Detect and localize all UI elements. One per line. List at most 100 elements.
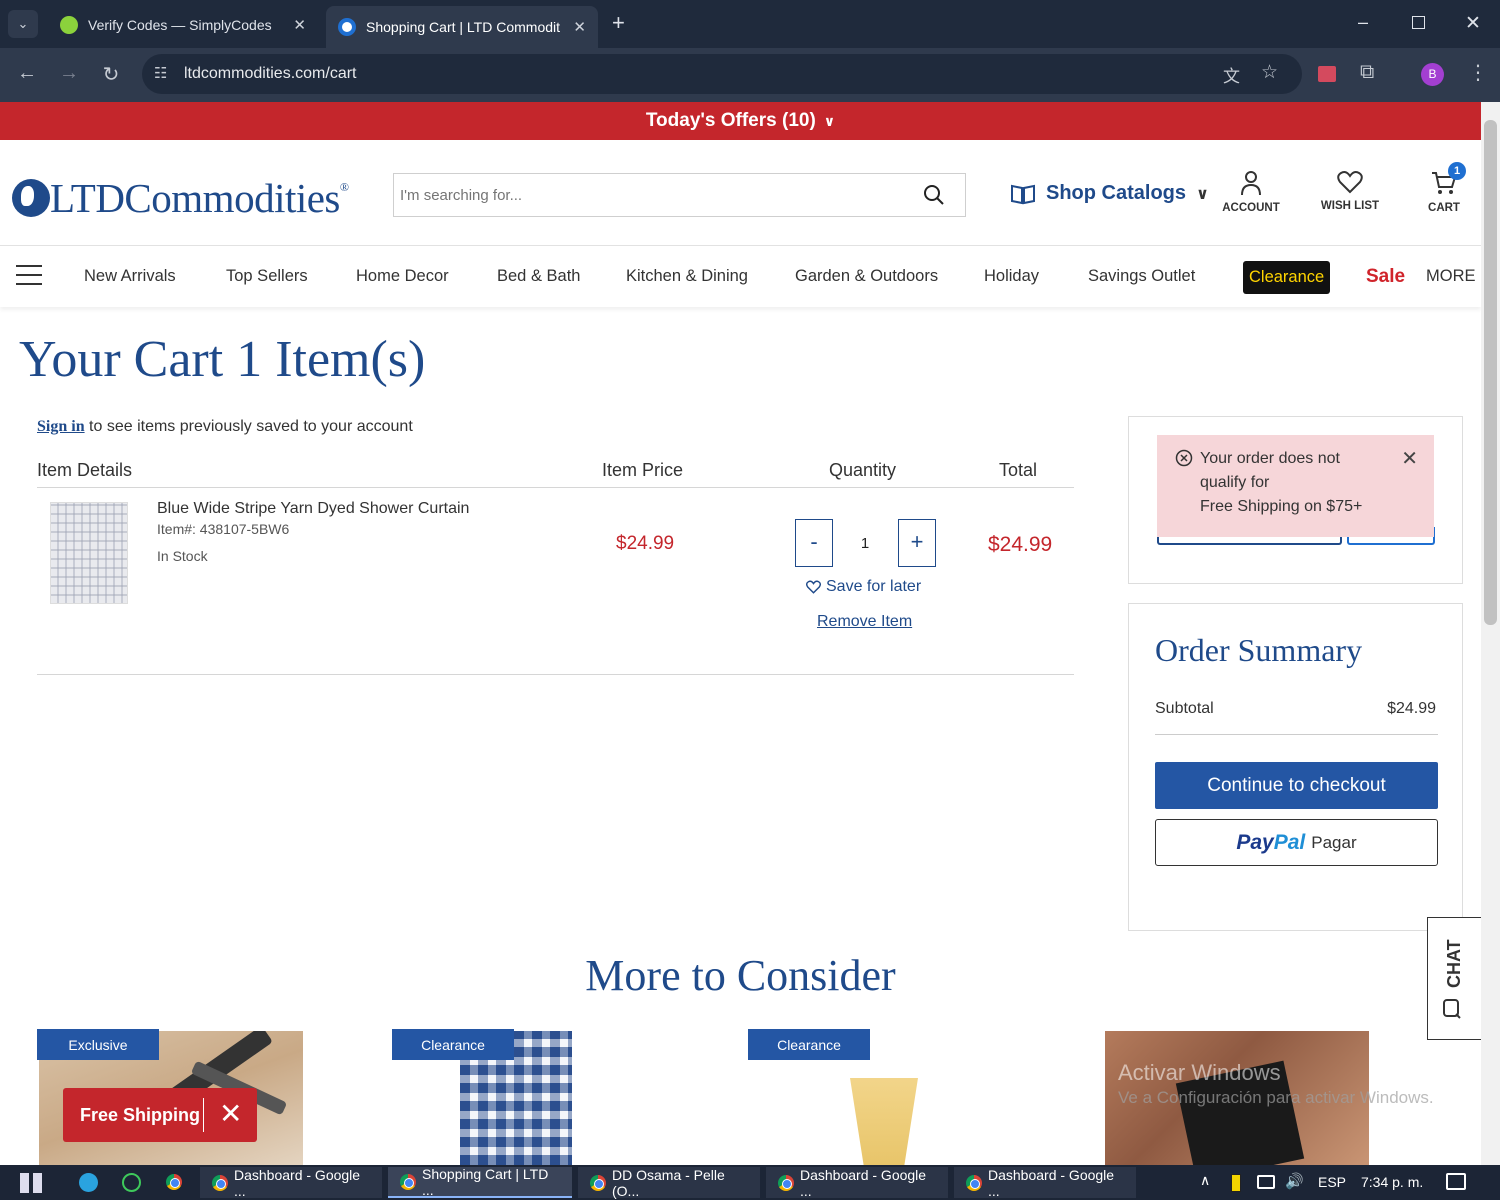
nav-clearance[interactable]: Clearance bbox=[1243, 261, 1331, 294]
shop-catalogs-label: Shop Catalogs bbox=[1046, 182, 1187, 204]
account-label: ACCOUNT bbox=[1222, 202, 1280, 214]
taskbar-window-2[interactable]: Shopping Cart | LTD ... bbox=[388, 1165, 572, 1198]
whatsapp-icon[interactable] bbox=[122, 1173, 141, 1192]
taskbar-window-title: Dashboard - Google ... bbox=[234, 1166, 361, 1199]
more-to-consider-title: More to Consider bbox=[585, 951, 896, 1000]
minimize-icon[interactable]: – bbox=[1358, 12, 1368, 33]
forward-icon[interactable]: → bbox=[56, 62, 82, 85]
free-shipping-label: Free Shipping bbox=[80, 1104, 201, 1125]
nav-sale[interactable]: Sale bbox=[1366, 266, 1405, 288]
network-icon[interactable] bbox=[1257, 1175, 1275, 1189]
extension-icon[interactable] bbox=[1318, 66, 1336, 82]
alert-line-2: qualify for bbox=[1200, 474, 1270, 491]
site-info-icon[interactable]: ☷ bbox=[154, 64, 167, 82]
close-tab-icon[interactable]: ✕ bbox=[573, 18, 586, 36]
product-thumbnail[interactable] bbox=[50, 502, 128, 604]
nav-more[interactable]: MORE bbox=[1426, 267, 1476, 286]
taskbar-window-3[interactable]: DD Osama - Pelle (O... bbox=[578, 1167, 760, 1199]
clock[interactable]: 7:34 p. m. bbox=[1361, 1174, 1423, 1190]
todays-offers-banner[interactable]: Today's Offers (10) ∨ bbox=[0, 102, 1481, 140]
save-for-later-button[interactable]: Save for later bbox=[806, 578, 921, 596]
scrollbar-thumb[interactable] bbox=[1484, 120, 1497, 625]
col-total: Total bbox=[999, 460, 1038, 480]
volume-icon[interactable]: 🔊 bbox=[1285, 1172, 1304, 1190]
search-input[interactable] bbox=[394, 174, 894, 216]
nav-new-arrivals[interactable]: New Arrivals bbox=[84, 267, 176, 286]
continue-to-checkout-button[interactable]: Continue to checkout bbox=[1155, 762, 1438, 809]
chrome-icon[interactable] bbox=[166, 1174, 182, 1190]
cart-count-badge: 1 bbox=[1448, 162, 1466, 180]
close-icon[interactable]: ✕ bbox=[219, 1097, 242, 1130]
hamburger-menu-icon[interactable] bbox=[16, 265, 42, 285]
task-view-icon[interactable] bbox=[20, 1173, 42, 1193]
tab-title: Shopping Cart | LTD Commodit bbox=[366, 19, 561, 35]
nav-savings-outlet[interactable]: Savings Outlet bbox=[1088, 267, 1195, 286]
divider bbox=[37, 487, 1074, 488]
notifications-icon[interactable] bbox=[1446, 1173, 1466, 1190]
tab-simplycodes[interactable]: Verify Codes — SimplyCodes ✕ bbox=[48, 8, 318, 42]
nav-garden-outdoors[interactable]: Garden & Outdoors bbox=[795, 267, 938, 286]
reload-icon[interactable]: ↻ bbox=[98, 62, 124, 87]
quantity-input[interactable] bbox=[833, 519, 897, 567]
restore-icon[interactable] bbox=[1412, 16, 1425, 29]
bookmark-star-icon[interactable]: ☆ bbox=[1261, 61, 1278, 84]
cart-link[interactable]: 1 CART bbox=[1404, 162, 1484, 214]
tab-shopping-cart[interactable]: Shopping Cart | LTD Commodit ✕ bbox=[326, 6, 598, 48]
wish-list-link[interactable]: WISH LIST bbox=[1310, 170, 1390, 212]
puzzle-extensions-icon[interactable]: ⧉ bbox=[1360, 61, 1374, 84]
tab-list-icon[interactable]: ⌄ bbox=[8, 10, 38, 38]
ltd-globe-icon bbox=[338, 18, 356, 36]
subtotal-value: $24.99 bbox=[1387, 700, 1436, 717]
telegram-icon[interactable] bbox=[79, 1173, 98, 1192]
nav-home-decor[interactable]: Home Decor bbox=[356, 267, 449, 286]
paypal-logo: PayPal bbox=[1236, 831, 1305, 855]
browser-tab-bar: ⌄ Verify Codes — SimplyCodes ✕ Shopping … bbox=[0, 0, 1500, 48]
remove-item-link[interactable]: Remove Item bbox=[817, 613, 912, 631]
col-item-price: Item Price bbox=[602, 460, 684, 480]
nav-holiday[interactable]: Holiday bbox=[984, 267, 1039, 286]
product-name[interactable]: Blue Wide Stripe Yarn Dyed Shower Curtai… bbox=[157, 500, 469, 518]
new-tab-icon[interactable]: + bbox=[612, 10, 625, 36]
taskbar-window-4[interactable]: Dashboard - Google ... bbox=[766, 1166, 948, 1199]
account-link[interactable]: ACCOUNT bbox=[1211, 170, 1291, 214]
profile-avatar[interactable]: B bbox=[1421, 63, 1444, 86]
taskbar-window-title: Dashboard - Google ... bbox=[800, 1166, 927, 1199]
nav-top-sellers[interactable]: Top Sellers bbox=[226, 267, 308, 286]
paypal-pal: Pal bbox=[1273, 830, 1306, 854]
url-field[interactable]: ☷ ltdcommodities.com/cart 文 ☆ bbox=[142, 54, 1302, 94]
back-icon[interactable]: ← bbox=[14, 62, 40, 85]
quantity-increase-button[interactable]: + bbox=[898, 519, 936, 567]
close-alert-icon[interactable]: ✕ bbox=[1401, 447, 1418, 471]
search-icon[interactable] bbox=[923, 184, 945, 206]
paypal-pay: Pay bbox=[1236, 830, 1274, 854]
browser-menu-icon[interactable]: ⋮ bbox=[1468, 60, 1488, 85]
translate-icon[interactable]: 文 bbox=[1223, 62, 1240, 87]
divider bbox=[203, 1098, 204, 1132]
language-indicator[interactable]: ESP bbox=[1318, 1174, 1346, 1190]
url-text: ltdcommodities.com/cart bbox=[184, 65, 357, 82]
alert-line-1: Your order does not bbox=[1200, 450, 1340, 467]
ltd-logo[interactable]: LTDCommodities ® bbox=[12, 174, 349, 222]
paypal-button[interactable]: PayPal Pagar bbox=[1155, 819, 1438, 866]
sign-in-link[interactable]: Sign in bbox=[37, 418, 85, 435]
quantity-decrease-button[interactable]: - bbox=[795, 519, 833, 567]
wish-list-label: WISH LIST bbox=[1320, 200, 1380, 212]
close-window-icon[interactable]: ✕ bbox=[1465, 12, 1481, 35]
taskbar-window-title: Shopping Cart | LTD ... bbox=[422, 1165, 549, 1198]
battery-icon[interactable] bbox=[1231, 1174, 1241, 1192]
free-shipping-popup[interactable]: Free Shipping ✕ bbox=[63, 1088, 257, 1142]
user-icon bbox=[1241, 171, 1261, 196]
product-card-image[interactable] bbox=[850, 1078, 918, 1165]
nav-bed-bath[interactable]: Bed & Bath bbox=[497, 267, 580, 286]
chrome-icon bbox=[778, 1174, 794, 1191]
search-bar bbox=[393, 173, 966, 217]
nav-kitchen-dining[interactable]: Kitchen & Dining bbox=[626, 267, 748, 286]
tray-chevron-up-icon[interactable]: ∧ bbox=[1200, 1172, 1210, 1189]
taskbar-window-title: Dashboard - Google ... bbox=[988, 1166, 1115, 1199]
shop-catalogs-dropdown[interactable]: Shop Catalogs ∨ bbox=[1010, 182, 1209, 205]
close-tab-icon[interactable]: ✕ bbox=[293, 16, 306, 34]
col-item-details: Item Details bbox=[37, 460, 133, 480]
chrome-icon bbox=[400, 1173, 416, 1190]
taskbar-window-1[interactable]: Dashboard - Google ... bbox=[200, 1166, 382, 1199]
taskbar-window-5[interactable]: Dashboard - Google ... bbox=[954, 1166, 1136, 1199]
